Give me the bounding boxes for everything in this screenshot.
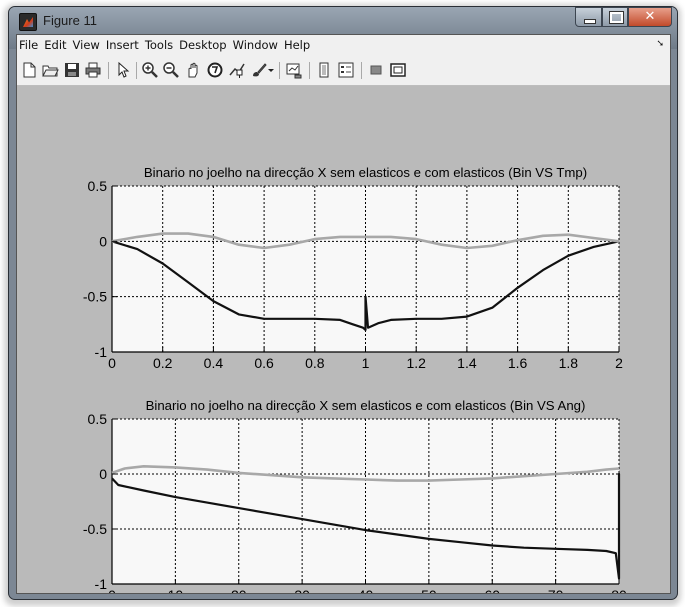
menu-view[interactable]: View bbox=[70, 35, 103, 56]
close-button[interactable]: ✕ bbox=[628, 7, 672, 27]
axes-2: 0 10 20 30 40 50 60 70 80 -1 -0.5 0 0.5 Binario no jo… bbox=[83, 398, 627, 594]
chart-title: Binario no joelho na direcção X sem elas… bbox=[144, 165, 587, 180]
x-tick-label: 80 bbox=[611, 587, 627, 594]
x-tick-label: 10 bbox=[168, 587, 184, 594]
x-tick-label: 0 bbox=[108, 587, 116, 594]
window-title: Figure 11 bbox=[43, 13, 97, 28]
open-file-icon[interactable] bbox=[41, 61, 59, 79]
data-cursor-icon[interactable] bbox=[228, 61, 246, 79]
x-tick-label: 2 bbox=[615, 355, 623, 371]
x-tick-label: 70 bbox=[548, 587, 564, 594]
figure-canvas: 0 0.2 0.4 0.6 0.8 1 1.2 1.4 1.6 1.8 2 -1 -0.5 0 0.5 Bin… bbox=[83, 165, 627, 594]
x-tick-label: 0 bbox=[108, 355, 116, 371]
menu-window[interactable]: Window bbox=[230, 35, 281, 56]
edit-plot-icon[interactable] bbox=[114, 61, 132, 79]
menu-edit[interactable]: Edit bbox=[41, 35, 69, 56]
x-tick-label: 20 bbox=[231, 587, 247, 594]
menu-file[interactable]: File bbox=[17, 35, 41, 56]
pan-icon[interactable] bbox=[184, 61, 202, 79]
x-tick-label: 1.2 bbox=[406, 355, 426, 371]
minimize-button[interactable] bbox=[575, 7, 602, 27]
y-tick-label: 0 bbox=[99, 466, 107, 482]
rotate-3d-icon[interactable] bbox=[206, 61, 224, 79]
x-tick-label: 60 bbox=[484, 587, 500, 594]
y-tick-label: -1 bbox=[95, 344, 108, 360]
zoom-in-icon[interactable] bbox=[141, 61, 159, 79]
x-tick-label: 40 bbox=[358, 587, 374, 594]
x-tick-label: 0.4 bbox=[204, 355, 224, 371]
x-tick-label: 1.4 bbox=[457, 355, 477, 371]
x-tick-label: 30 bbox=[294, 587, 310, 594]
brush-dropdown-icon[interactable] bbox=[266, 61, 276, 79]
x-tick-label: 1.6 bbox=[508, 355, 528, 371]
toolbar-separator bbox=[309, 62, 310, 79]
menu-desktop[interactable]: Desktop bbox=[176, 35, 229, 56]
figure-toolbar bbox=[17, 56, 670, 86]
new-figure-icon[interactable] bbox=[20, 61, 38, 79]
x-tick-label: 0.8 bbox=[305, 355, 325, 371]
y-tick-label: 0 bbox=[99, 233, 107, 249]
maximize-button[interactable] bbox=[602, 7, 628, 27]
y-tick-label: 0.5 bbox=[88, 411, 108, 427]
print-icon[interactable] bbox=[84, 61, 102, 79]
menu-insert[interactable]: Insert bbox=[103, 35, 142, 56]
menu-help[interactable]: Help bbox=[281, 35, 313, 56]
y-tick-label: -0.5 bbox=[83, 289, 107, 305]
figure-client-area: File Edit View Insert Tools Desktop Window Help… bbox=[16, 34, 671, 594]
y-tick-label: -0.5 bbox=[83, 521, 107, 537]
axes-1: 0 0.2 0.4 0.6 0.8 1 1.2 1.4 1.6 1.8 2 -1 -0.5 0 0.5 Bin… bbox=[83, 165, 623, 371]
link-plot-icon[interactable] bbox=[285, 61, 303, 79]
x-tick-label: 0.6 bbox=[254, 355, 274, 371]
close-icon: ✕ bbox=[644, 9, 656, 24]
y-tick-label: -1 bbox=[95, 576, 108, 592]
toolbar-separator bbox=[108, 62, 109, 79]
x-tick-label: 0.2 bbox=[153, 355, 173, 371]
menu-tools[interactable]: Tools bbox=[142, 35, 176, 56]
show-plot-tools-icon[interactable] bbox=[389, 61, 407, 79]
colorbar-icon[interactable] bbox=[315, 61, 333, 79]
y-tick-label: 0.5 bbox=[88, 178, 108, 194]
chart-title: Binario no joelho na direcção X sem elas… bbox=[146, 398, 586, 413]
toolbar-separator bbox=[279, 62, 280, 79]
hide-plot-tools-icon[interactable] bbox=[367, 61, 385, 79]
figure-window[interactable]: Figure 11 ✕ File Edit View Insert Tools Deskt… bbox=[8, 6, 678, 600]
x-tick-label: 50 bbox=[421, 587, 437, 594]
legend-icon[interactable] bbox=[337, 61, 355, 79]
menu-bar: File Edit View Insert Tools Desktop Window Help… bbox=[17, 35, 670, 56]
menu-overflow-icon[interactable]: ➘ bbox=[656, 39, 664, 49]
toolbar-separator bbox=[136, 62, 137, 79]
save-icon[interactable] bbox=[63, 61, 81, 79]
x-tick-label: 1.8 bbox=[559, 355, 579, 371]
plot-area: 0 0.2 0.4 0.6 0.8 1 1.2 1.4 1.6 1.8 2 -1 -0.5 0 0.5 Bin… bbox=[17, 86, 670, 594]
x-tick-label: 1 bbox=[362, 355, 370, 371]
toolbar-separator bbox=[361, 62, 362, 79]
zoom-out-icon[interactable] bbox=[162, 61, 180, 79]
matlab-logo-icon bbox=[19, 13, 37, 31]
